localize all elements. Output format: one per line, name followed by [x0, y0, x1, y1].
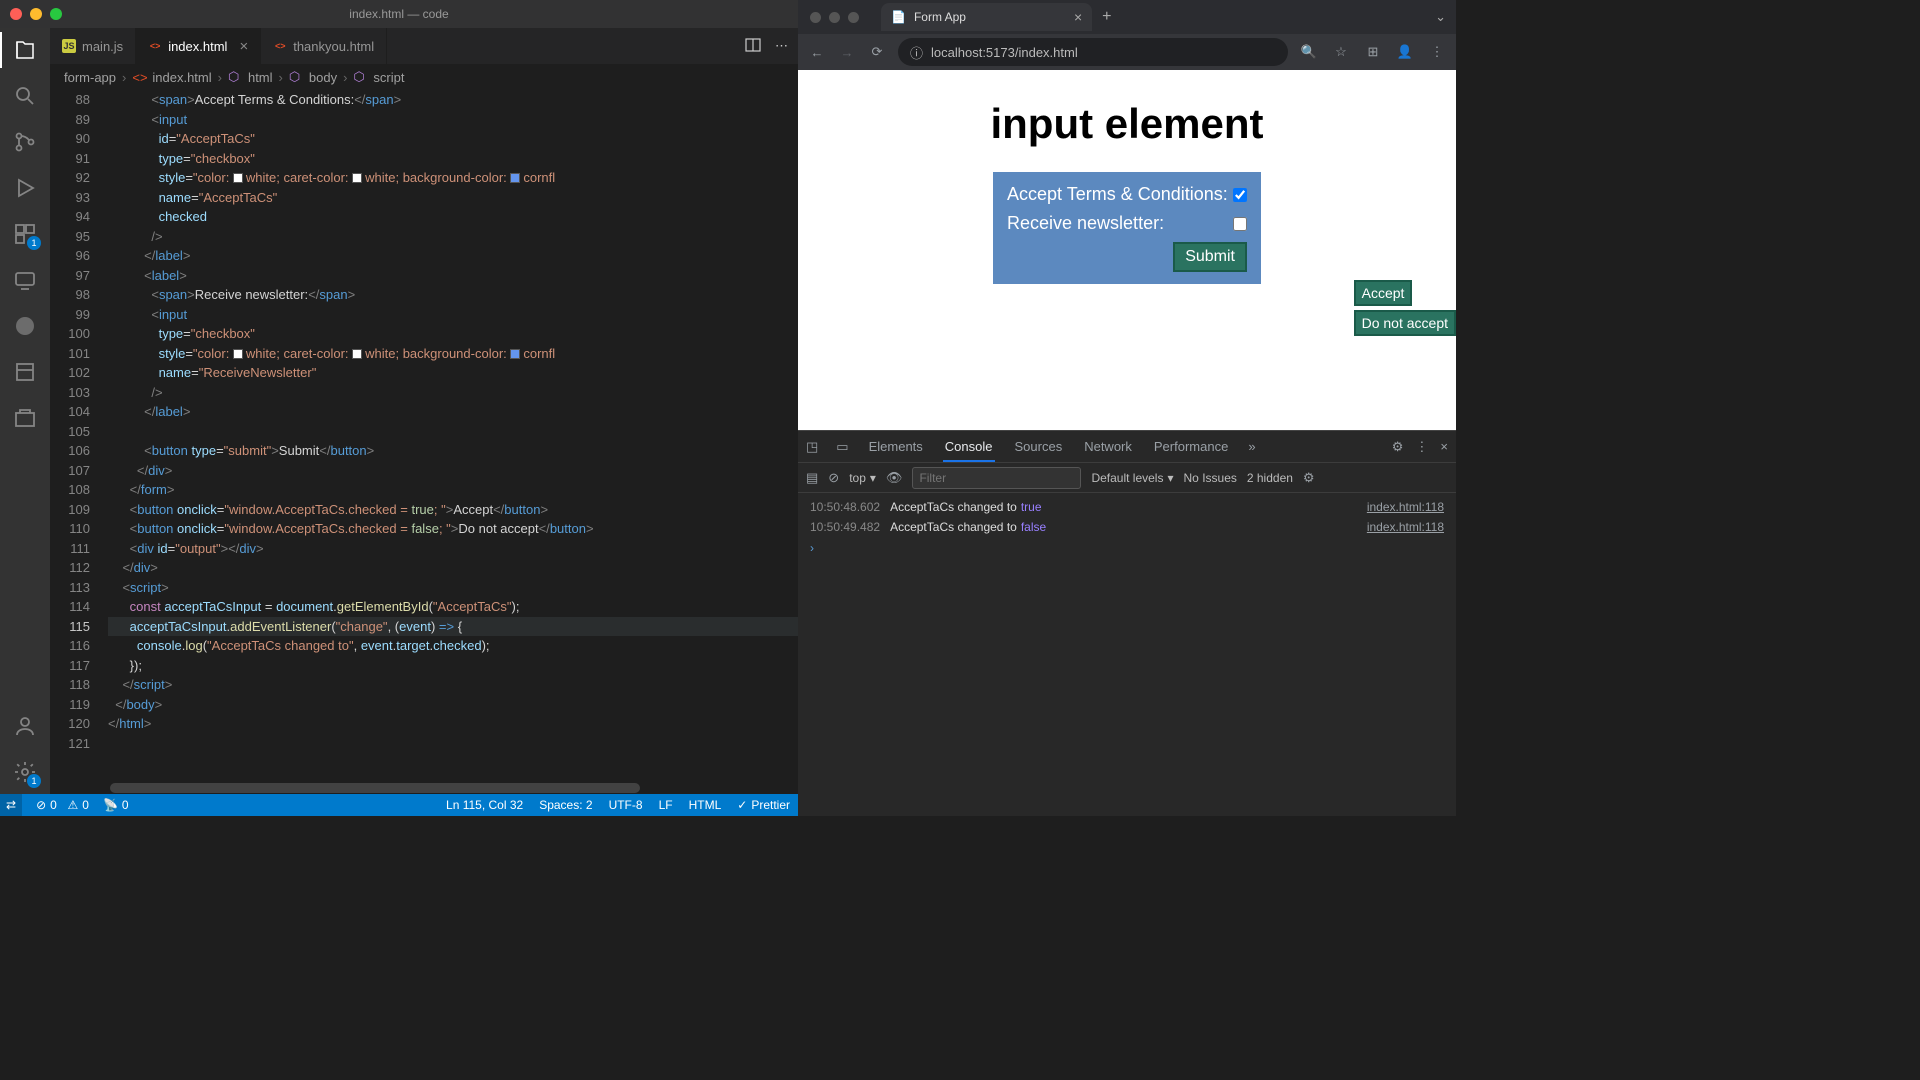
tab-overflow-icon[interactable]: ⌄ — [1435, 9, 1446, 25]
page-heading: input element — [798, 100, 1456, 148]
forward-button[interactable]: → — [838, 43, 856, 61]
status-bar: ⇄ ⊘ 0 ⚠ 0 📡 0 Ln 115, Col 32 Spaces: 2 U… — [0, 794, 798, 816]
sidebar-icon-b[interactable] — [11, 404, 39, 432]
tab-sources[interactable]: Sources — [1013, 439, 1065, 454]
accept-tacs-label: Accept Terms & Conditions: — [1007, 184, 1228, 205]
log-levels-selector[interactable]: Default levels ▾ — [1091, 471, 1173, 485]
settings-gear-icon[interactable]: 1 — [11, 758, 39, 786]
browser-window: 📄 Form App × + ⌄ ← → ⟳ ⓘ localhost:5173/… — [798, 0, 1456, 816]
back-button[interactable]: ← — [808, 43, 826, 61]
context-selector[interactable]: top ▾ — [849, 471, 876, 485]
cursor-position[interactable]: Ln 115, Col 32 — [446, 798, 523, 812]
tab-favicon: 📄 — [891, 10, 906, 24]
eol[interactable]: LF — [659, 798, 673, 812]
breadcrumb[interactable]: form-app› <>index.html› ⬡html› ⬡body› ⬡s… — [50, 64, 798, 90]
tab-network[interactable]: Network — [1082, 439, 1134, 454]
more-actions-icon[interactable]: ⋯ — [775, 38, 788, 54]
horizontal-scrollbar[interactable] — [50, 782, 798, 794]
editor-tabs: JSmain.js <>index.html× <>thankyou.html … — [50, 28, 798, 64]
browser-minimize-button[interactable] — [829, 12, 840, 23]
bookmark-icon[interactable]: ☆ — [1332, 43, 1350, 61]
extensions-icon[interactable]: ⊞ — [1364, 43, 1382, 61]
activity-bar: 1 1 — [0, 28, 50, 794]
more-tabs-icon[interactable]: » — [1248, 439, 1255, 454]
console-filter-input[interactable] — [912, 467, 1081, 489]
extensions-badge: 1 — [27, 236, 41, 250]
tab-performance[interactable]: Performance — [1152, 439, 1230, 454]
issues-indicator[interactable]: No Issues — [1184, 471, 1237, 485]
inspect-icon[interactable]: ◳ — [806, 439, 818, 455]
browser-tab[interactable]: 📄 Form App × — [881, 3, 1092, 31]
tab-console[interactable]: Console — [943, 439, 995, 462]
vscode-titlebar: index.html — code — [0, 0, 798, 28]
close-tab-icon[interactable]: × — [1074, 9, 1082, 25]
browser-close-button[interactable] — [810, 12, 821, 23]
accounts-icon[interactable] — [11, 712, 39, 740]
source-control-icon[interactable] — [11, 128, 39, 156]
devtools-menu-icon[interactable]: ⋮ — [1415, 439, 1428, 455]
device-toolbar-icon[interactable]: ▭ — [836, 439, 848, 455]
remote-indicator[interactable]: ⇄ — [0, 794, 22, 816]
maximize-window-button[interactable] — [50, 8, 62, 20]
tab-index-html[interactable]: <>index.html× — [136, 28, 261, 64]
site-info-icon[interactable]: ⓘ — [910, 43, 923, 62]
vscode-window: index.html — code 1 1 JSmain. — [0, 0, 798, 816]
devtools-close-icon[interactable]: × — [1440, 439, 1448, 454]
newsletter-checkbox[interactable] — [1233, 217, 1247, 231]
remote-icon[interactable] — [11, 266, 39, 294]
tab-main-js[interactable]: JSmain.js — [50, 28, 136, 64]
page-viewport: input element Accept Terms & Conditions:… — [798, 70, 1456, 430]
code-editor[interactable]: 8889909192939495969798991001011021031041… — [50, 90, 798, 782]
tab-elements[interactable]: Elements — [867, 439, 925, 454]
language-mode[interactable]: HTML — [689, 798, 722, 812]
form-box: Accept Terms & Conditions: Receive newsl… — [993, 172, 1261, 284]
sidebar-icon-a[interactable] — [11, 358, 39, 386]
submit-button[interactable]: Submit — [1173, 242, 1247, 272]
hidden-indicator[interactable]: 2 hidden — [1247, 471, 1293, 485]
reload-button[interactable]: ⟳ — [868, 43, 886, 61]
devtools-settings-icon[interactable]: ⚙ — [1392, 439, 1404, 455]
ports[interactable]: 📡 0 — [103, 798, 129, 812]
close-window-button[interactable] — [10, 8, 22, 20]
explorer-icon[interactable] — [11, 36, 39, 64]
new-tab-button[interactable]: + — [1102, 8, 1111, 26]
zoom-icon[interactable]: 🔍 — [1300, 43, 1318, 61]
tab-thankyou-html[interactable]: <>thankyou.html — [261, 28, 387, 64]
minimize-window-button[interactable] — [30, 8, 42, 20]
encoding[interactable]: UTF-8 — [609, 798, 643, 812]
browser-maximize-button[interactable] — [848, 12, 859, 23]
search-icon[interactable] — [11, 82, 39, 110]
errors-warnings[interactable]: ⊘ 0 ⚠ 0 — [36, 798, 89, 812]
accept-button[interactable]: Accept — [1354, 280, 1413, 306]
copilot-icon[interactable] — [11, 312, 39, 340]
split-editor-icon[interactable] — [745, 37, 761, 56]
console-sidebar-icon[interactable]: ▤ — [806, 470, 818, 486]
browser-toolbar: ← → ⟳ ⓘ localhost:5173/index.html 🔍 ☆ ⊞ … — [798, 34, 1456, 70]
profile-icon[interactable]: 👤 — [1396, 43, 1414, 61]
console-settings-icon[interactable]: ⚙ — [1303, 470, 1315, 486]
run-debug-icon[interactable] — [11, 174, 39, 202]
console-output[interactable]: 10:50:48.602AcceptTaCs changed totrueind… — [798, 493, 1456, 816]
extensions-icon[interactable]: 1 — [11, 220, 39, 248]
menu-icon[interactable]: ⋮ — [1428, 43, 1446, 61]
browser-titlebar: 📄 Form App × + ⌄ — [798, 0, 1456, 34]
newsletter-label: Receive newsletter: — [1007, 213, 1164, 234]
live-expression-icon[interactable]: 👁 — [886, 470, 903, 486]
do-not-accept-button[interactable]: Do not accept — [1354, 310, 1456, 336]
formatter[interactable]: ✓ Prettier — [737, 798, 790, 812]
devtools-panel: ◳ ▭ Elements Console Sources Network Per… — [798, 430, 1456, 816]
accept-tacs-checkbox[interactable] — [1233, 188, 1247, 202]
window-title: index.html — code — [349, 7, 448, 21]
indentation[interactable]: Spaces: 2 — [539, 798, 592, 812]
settings-badge: 1 — [27, 774, 41, 788]
clear-console-icon[interactable]: ⊘ — [828, 470, 839, 486]
close-tab-icon[interactable]: × — [239, 38, 248, 55]
address-bar[interactable]: ⓘ localhost:5173/index.html — [898, 38, 1288, 66]
